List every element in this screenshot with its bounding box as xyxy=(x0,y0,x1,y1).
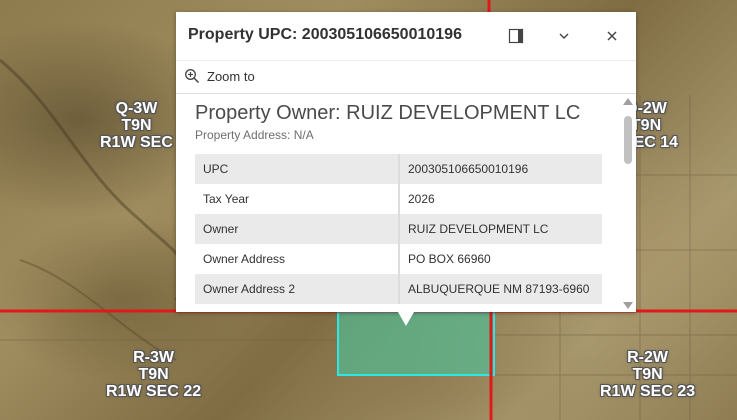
drainage-path xyxy=(0,58,187,301)
owner-address: Property Address: N/A xyxy=(195,128,314,142)
scroll-up-arrow-icon[interactable] xyxy=(623,98,633,105)
table-row: Owner Address PO BOX 66960 xyxy=(195,244,602,274)
scrollbar[interactable] xyxy=(622,98,634,309)
table-row: Owner Address 2 ALBUQUERQUE NM 87193-696… xyxy=(195,274,602,304)
map-label-line: R1W SEC 22 xyxy=(106,383,202,400)
map-label-line: R-2W xyxy=(627,349,669,366)
collapse-button[interactable] xyxy=(552,24,576,48)
attribute-key: UPC xyxy=(195,154,400,184)
zoom-in-icon xyxy=(185,69,200,84)
map-label-line: R-3W xyxy=(133,349,175,366)
feature-popup: Property UPC: 200305106650010196 Zoom to… xyxy=(176,12,636,326)
attribute-key: Owner xyxy=(195,214,400,244)
popup-pointer xyxy=(398,312,414,326)
attribute-value: 2026 xyxy=(408,192,435,206)
popup-header: Property UPC: 200305106650010196 xyxy=(176,12,636,61)
map-label-sw: R-3W T9N R1W SEC 22 xyxy=(106,349,201,400)
zoom-to-action[interactable]: Zoom to xyxy=(184,66,255,86)
dock-icon xyxy=(508,28,524,44)
map-label-nw: Q-3W T9N R1W SEC xyxy=(100,100,173,151)
popup-content[interactable]: Property Owner: RUIZ DEVELOPMENT LC Prop… xyxy=(176,93,636,313)
scrollbar-thumb[interactable] xyxy=(624,116,632,164)
popup-title: Property UPC: 200305106650010196 xyxy=(188,26,462,43)
map-label-line: R1W SEC xyxy=(100,134,173,151)
map-label-line: T9N xyxy=(138,366,169,383)
map-label-line: Q-3W xyxy=(115,100,158,117)
table-row: UPC 200305106650010196 xyxy=(195,154,602,184)
zoom-to-label: Zoom to xyxy=(207,68,255,84)
map-label-line: R1W SEC 23 xyxy=(600,383,696,400)
table-row: Tax Year 2026 xyxy=(195,184,602,214)
dock-button[interactable] xyxy=(504,24,528,48)
map-label-line: T9N xyxy=(632,366,663,383)
map-label-line: T9N xyxy=(121,117,152,134)
close-button[interactable] xyxy=(600,24,624,48)
attribute-value: ALBUQUERQUE NM 87193-6960 xyxy=(399,274,602,304)
close-icon xyxy=(607,31,617,41)
table-row: Owner RUIZ DEVELOPMENT LC xyxy=(195,214,602,244)
selected-parcel[interactable] xyxy=(337,311,495,376)
chevron-down-icon xyxy=(559,33,569,39)
scroll-down-arrow-icon[interactable] xyxy=(623,302,633,309)
attribute-value: RUIZ DEVELOPMENT LC xyxy=(399,214,602,244)
attribute-value: 200305106650010196 xyxy=(399,154,602,184)
attribute-key: Tax Year xyxy=(195,184,400,214)
attribute-key: Owner Address 2 xyxy=(195,274,400,304)
attribute-key: Owner Address xyxy=(195,244,400,274)
attribute-table: UPC 200305106650010196 Tax Year 2026 Own… xyxy=(195,154,602,304)
map-label-se: R-2W T9N R1W SEC 23 xyxy=(600,349,695,400)
attribute-value: PO BOX 66960 xyxy=(408,252,491,266)
owner-heading: Property Owner: RUIZ DEVELOPMENT LC xyxy=(195,102,581,124)
